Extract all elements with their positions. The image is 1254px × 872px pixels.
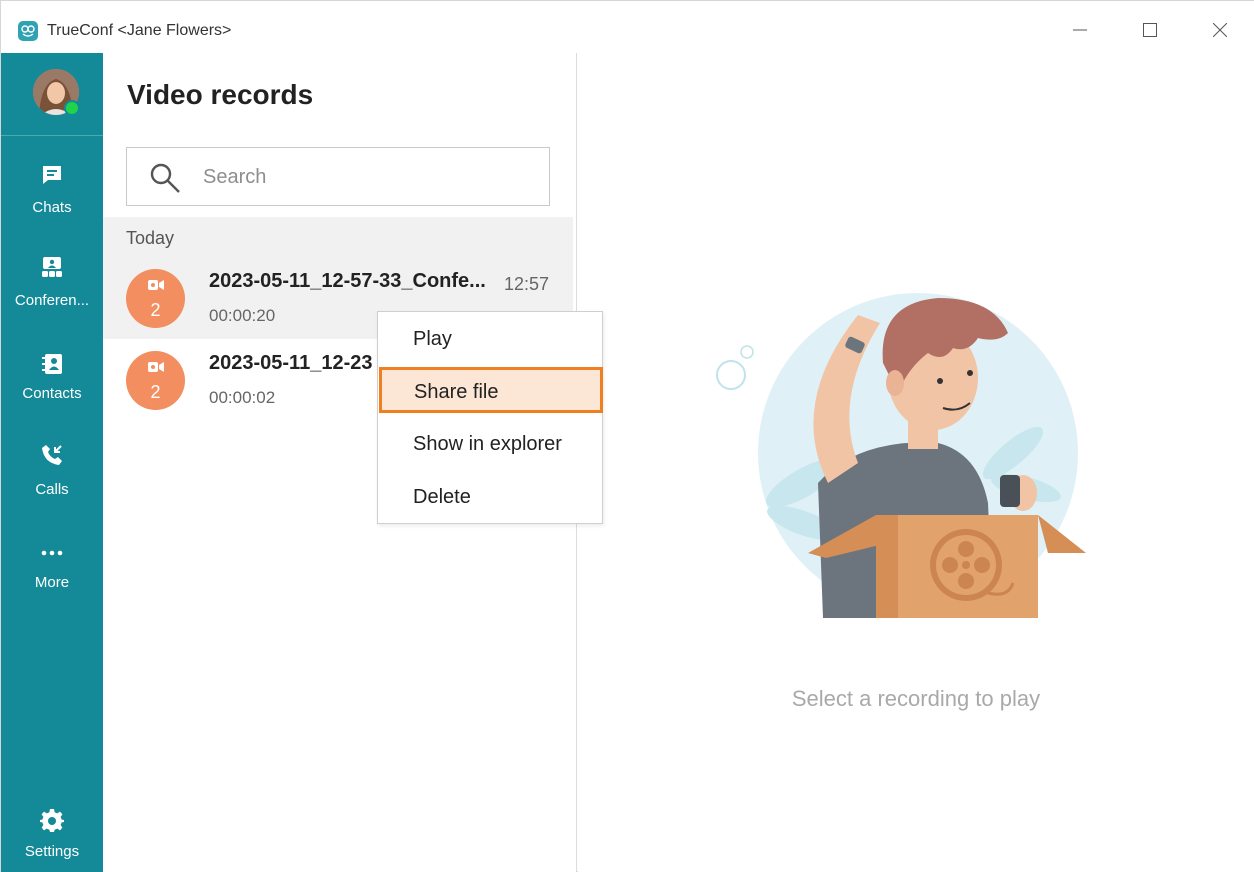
recording-avatar: 2 bbox=[126, 269, 185, 328]
sidebar-item-settings[interactable]: Settings bbox=[1, 809, 103, 872]
contacts-icon bbox=[42, 354, 62, 374]
menu-item-label: Show in explorer bbox=[413, 433, 562, 455]
online-status-badge bbox=[64, 100, 80, 116]
menu-item-label: Share file bbox=[414, 381, 499, 403]
recording-name: 2023-05-11_12-57-33_Confe... bbox=[209, 270, 486, 292]
video-camera-icon bbox=[148, 362, 164, 372]
menu-item-label: Delete bbox=[413, 486, 471, 508]
sidebar-item-label: Chats bbox=[32, 199, 72, 216]
empty-state-illustration bbox=[716, 293, 1086, 618]
sidebar-item-more[interactable]: More bbox=[1, 541, 103, 613]
sidebar-item-label: Settings bbox=[24, 843, 80, 860]
menu-item-play[interactable]: Play bbox=[378, 315, 602, 361]
menu-item-delete[interactable]: Delete bbox=[378, 473, 602, 519]
gear-icon bbox=[40, 809, 64, 832]
section-header-today: Today bbox=[103, 217, 573, 257]
more-icon bbox=[41, 550, 63, 556]
chat-icon bbox=[43, 166, 61, 184]
sidebar-item-calls[interactable]: Calls bbox=[1, 443, 103, 515]
sidebar-item-conferences[interactable]: Conferen... bbox=[1, 255, 103, 327]
sidebar-item-label: Calls bbox=[35, 481, 69, 498]
section-label: Today bbox=[126, 228, 175, 248]
app-window: TrueConf <Jane Flowers> Chats Conferen..… bbox=[0, 0, 1254, 872]
search-box[interactable] bbox=[126, 147, 550, 206]
calls-icon bbox=[42, 445, 62, 465]
sidebar-item-chats[interactable]: Chats bbox=[1, 163, 103, 235]
menu-item-show-in-explorer[interactable]: Show in explorer bbox=[378, 420, 602, 466]
page-title: Video records bbox=[127, 79, 314, 110]
recording-time: 12:57 bbox=[503, 274, 549, 294]
search-icon bbox=[150, 163, 180, 193]
sidebar-divider bbox=[1, 135, 103, 136]
video-camera-icon bbox=[148, 280, 164, 290]
window-title: TrueConf <Jane Flowers> bbox=[47, 22, 232, 39]
close-button[interactable] bbox=[1197, 13, 1243, 47]
sidebar-item-label: Contacts bbox=[22, 385, 82, 402]
menu-item-share-file[interactable]: Share file bbox=[379, 367, 603, 413]
sidebar-item-contacts[interactable]: Contacts bbox=[1, 352, 103, 424]
recording-duration: 00:00:20 bbox=[209, 306, 276, 325]
participant-count: 2 bbox=[150, 382, 161, 402]
title-bar: TrueConf <Jane Flowers> bbox=[1, 1, 1254, 53]
sidebar-item-label: Conferen... bbox=[14, 292, 90, 309]
recording-name: 2023-05-11_12-23 bbox=[209, 352, 373, 374]
playback-panel: Select a recording to play bbox=[578, 53, 1254, 872]
context-menu: Play Share file Show in explorer Delete bbox=[377, 311, 603, 524]
maximize-button[interactable] bbox=[1127, 13, 1173, 47]
empty-state-text: Select a recording to play bbox=[791, 686, 1041, 711]
conference-icon bbox=[42, 257, 62, 277]
recording-avatar: 2 bbox=[126, 351, 185, 410]
user-avatar[interactable] bbox=[33, 69, 80, 117]
minimize-button[interactable] bbox=[1057, 13, 1103, 47]
search-input[interactable] bbox=[203, 160, 533, 194]
sidebar-item-label: More bbox=[34, 574, 70, 591]
participant-count: 2 bbox=[150, 300, 161, 320]
menu-item-label: Play bbox=[413, 328, 452, 350]
trueconf-logo-icon bbox=[18, 21, 38, 41]
sidebar: Chats Conferen... Contacts Calls More Se… bbox=[1, 53, 103, 872]
recording-duration: 00:00:02 bbox=[209, 388, 276, 407]
